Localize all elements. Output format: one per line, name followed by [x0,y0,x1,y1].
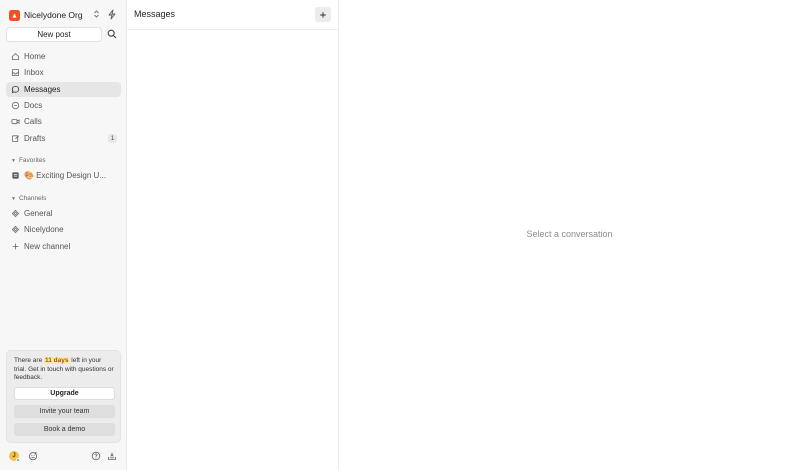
trial-message: There are 11 days left in your trial. Ge… [14,357,114,383]
messages-list-pane: Messages [127,0,339,470]
favorite-item[interactable]: 🎨 Exciting Design U... [6,168,121,183]
org-switcher[interactable]: Nicelydone Org [9,8,99,22]
drafts-count-badge: 1 [108,134,117,143]
channel-icon [10,209,20,219]
message-icon [10,85,20,95]
sidebar-item-label: Inbox [24,68,44,77]
online-status-dot [16,458,20,462]
sidebar-item-inbox[interactable]: Inbox [6,65,121,80]
trial-days-highlight: 11 days [44,357,70,364]
triangle-down-icon: ▼ [11,195,16,202]
sidebar-item-label: Messages [24,85,61,94]
channel-item-label: General [24,209,53,218]
plus-icon [10,242,20,252]
page-title: Messages [134,9,176,19]
trial-text-start: There are [14,357,44,364]
empty-state-text: Select a conversation [526,229,613,239]
new-channel-button[interactable]: New channel [6,239,121,254]
sidebar-footer: J [0,448,127,464]
favorite-item-label: 🎨 Exciting Design U... [24,171,106,180]
inbox-tray-icon[interactable] [107,451,117,463]
channel-item-label: Nicelydone [24,225,64,234]
org-name: Nicelydone Org [24,10,83,20]
sidebar-item-docs[interactable]: Docs [6,98,121,113]
help-icon[interactable] [91,451,101,463]
invite-team-button[interactable]: Invite your team [14,405,115,418]
triangle-down-icon: ▼ [11,157,16,164]
org-logo [9,9,20,21]
sidebar-item-drafts[interactable]: Drafts 1 [6,131,121,146]
plus-icon [320,11,326,18]
new-message-button[interactable] [315,7,331,22]
book-demo-button[interactable]: Book a demo [14,423,115,436]
video-icon [10,117,20,127]
channels-section-toggle[interactable]: ▼ Channels [11,195,46,202]
sidebar: Nicelydone Org New post Home Inbox Messa… [0,0,127,470]
trial-card: There are 11 days left in your trial. Ge… [6,350,121,443]
list-header: Messages [127,0,338,30]
doc-icon [10,171,20,181]
upgrade-button[interactable]: Upgrade [14,387,115,400]
search-icon[interactable] [107,29,117,41]
new-channel-label: New channel [24,242,71,251]
emoji-status-icon[interactable] [28,451,38,463]
channel-icon [10,225,20,235]
channel-item-general[interactable]: General [6,206,121,221]
channel-item-nicelydone[interactable]: Nicelydone [6,222,121,237]
conversation-panel: Select a conversation [339,0,800,470]
channels-label: Channels [18,195,47,202]
draft-icon [10,134,20,144]
favorites-section-toggle[interactable]: ▼ Favorites [11,157,46,164]
docs-icon [10,101,20,111]
sidebar-item-label: Drafts [24,134,46,143]
sidebar-item-label: Docs [24,101,43,110]
sidebar-item-label: Home [24,52,46,61]
inbox-icon [10,68,20,78]
chevron-up-down-icon [93,9,100,21]
sidebar-item-label: Calls [24,117,42,126]
home-icon [10,52,20,62]
favorites-label: Favorites [18,157,46,164]
sidebar-item-calls[interactable]: Calls [6,114,121,129]
new-post-button[interactable]: New post [6,27,102,42]
sidebar-item-home[interactable]: Home [6,49,121,64]
bolt-icon[interactable] [107,9,117,22]
sidebar-item-messages[interactable]: Messages [6,82,121,97]
